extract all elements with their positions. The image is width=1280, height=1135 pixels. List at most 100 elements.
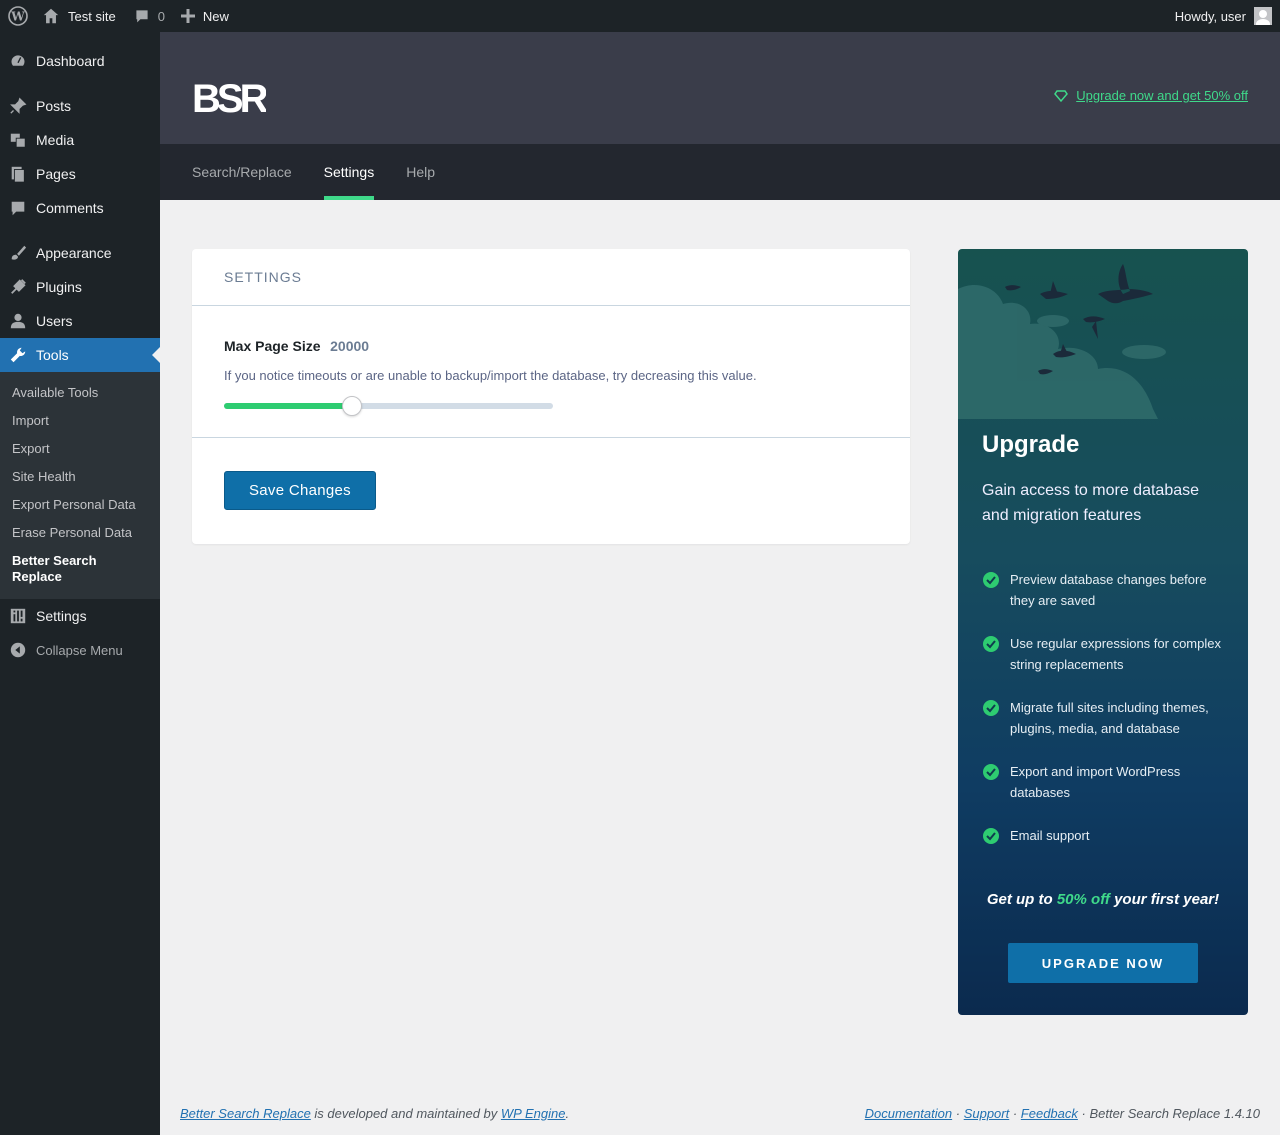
clouds-birds-illustration (958, 264, 1166, 419)
tab-search-replace[interactable]: Search/Replace (192, 144, 292, 200)
comment-icon (136, 10, 148, 23)
check-circle-icon (983, 828, 999, 844)
sidebar-item-label: Appearance (36, 245, 112, 261)
footer-right: Documentation · Support · Feedback · Bet… (865, 1106, 1260, 1121)
sidebar-item-label: Posts (36, 98, 72, 114)
feature-text: Preview database changes before they are… (1010, 572, 1207, 608)
submenu-better-search-replace[interactable]: Better Search Replace (0, 547, 110, 591)
wrench-icon (8, 345, 28, 365)
plugin-link[interactable]: Better Search Replace (180, 1106, 311, 1121)
account-menu[interactable]: Howdy, user (1175, 0, 1272, 32)
submenu-export-personal-data[interactable]: Export Personal Data (0, 491, 160, 519)
dashboard-icon (8, 51, 28, 71)
admin-footer: Better Search Replace is developed and m… (180, 1106, 1260, 1121)
feedback-link[interactable]: Feedback (1021, 1106, 1078, 1121)
submenu-export[interactable]: Export (0, 435, 160, 463)
sidebar-item-label: Comments (36, 200, 104, 216)
sidebar-item-tools[interactable]: Tools (0, 338, 160, 372)
site-home-link[interactable]: Test site (36, 0, 126, 32)
slider-thumb[interactable] (342, 396, 363, 416)
plugin-tabs: Search/Replace Settings Help (160, 144, 1280, 200)
submenu-erase-personal-data[interactable]: Erase Personal Data (0, 519, 160, 547)
site-name: Test site (68, 8, 116, 24)
plus-icon (180, 9, 195, 23)
max-page-size-slider[interactable] (224, 396, 553, 416)
upgrade-link-text: Upgrade now and get 50% off (1076, 88, 1248, 103)
sidebar-item-users[interactable]: Users (0, 304, 160, 338)
sidebar-item-appearance[interactable]: Appearance (0, 236, 160, 270)
sidebar-item-label: Pages (36, 166, 76, 182)
tools-submenu: Available Tools Import Export Site Healt… (0, 372, 160, 599)
comment-icon (8, 198, 28, 218)
plugin-header: BSR Upgrade now and get 50% off (160, 32, 1280, 144)
support-link[interactable]: Support (964, 1106, 1010, 1121)
sidebar-item-label: Settings (36, 608, 87, 624)
check-circle-icon (983, 700, 999, 716)
sidebar-item-label: Media (36, 132, 75, 148)
card-body: Max Page Size 20000 If you notice timeou… (192, 306, 910, 438)
sidebar-item-settings[interactable]: Settings (0, 599, 160, 633)
new-label: New (202, 8, 229, 24)
upgrade-now-button[interactable]: UPGRADE NOW (1008, 943, 1198, 983)
new-content-link[interactable]: New (173, 0, 237, 32)
offer-suffix: your first year! (1109, 891, 1220, 908)
documentation-link[interactable]: Documentation (865, 1106, 952, 1121)
sidebar-item-label: Users (36, 313, 73, 329)
feature-item: Migrate full sites including themes, plu… (982, 697, 1222, 739)
wordpress-logo-icon[interactable]: W (0, 0, 36, 32)
sidebar-item-posts[interactable]: Posts (0, 89, 160, 123)
tab-help[interactable]: Help (406, 144, 435, 200)
sidebar-item-pages[interactable]: Pages (0, 157, 160, 191)
collapse-arrow-icon (8, 640, 28, 660)
max-page-size-value: 20000 (330, 338, 370, 354)
admin-bar: W Test site 0 New Howdy, user (0, 0, 1280, 32)
sidebar-item-plugins[interactable]: Plugins (0, 270, 160, 304)
upgrade-header-link[interactable]: Upgrade now and get 50% off (1054, 88, 1248, 103)
avatar (1254, 7, 1272, 25)
howdy-text: Howdy, user (1174, 8, 1246, 24)
submenu-import[interactable]: Import (0, 407, 160, 435)
card-footer: Save Changes (192, 438, 910, 543)
offer-highlight: 50% off (1056, 891, 1110, 908)
pin-icon (8, 96, 28, 116)
tab-settings[interactable]: Settings (323, 144, 374, 200)
feature-text: Use regular expressions for complex stri… (1010, 636, 1221, 672)
user-icon (8, 311, 28, 331)
bsr-logo: BSR (192, 77, 273, 121)
feature-text: Migrate full sites including themes, plu… (1010, 700, 1209, 736)
admin-sidebar: Dashboard Posts Media Pages Comments App… (0, 32, 160, 1135)
brush-icon (8, 243, 28, 263)
footer-left: Better Search Replace is developed and m… (180, 1106, 569, 1121)
home-icon (43, 8, 59, 24)
developed-text: is developed and maintained by (310, 1106, 501, 1121)
sidebar-item-comments[interactable]: Comments (0, 191, 160, 225)
collapse-menu-button[interactable]: Collapse Menu (0, 633, 160, 667)
svg-text:W: W (10, 10, 25, 24)
footer-sep: · (1009, 1106, 1021, 1121)
sliders-icon (8, 606, 28, 626)
upgrade-title: Upgrade (982, 431, 1080, 458)
check-circle-icon (983, 572, 999, 588)
feature-item: Preview database changes before they are… (982, 569, 1222, 611)
sidebar-item-media[interactable]: Media (0, 123, 160, 157)
card-title: SETTINGS (192, 249, 910, 306)
footer-period: . (565, 1106, 570, 1121)
comments-link[interactable]: 0 (126, 0, 173, 32)
feature-text: Email support (1010, 828, 1090, 843)
feature-item: Email support (982, 825, 1222, 846)
comments-count: 0 (157, 8, 165, 24)
footer-sep: · (952, 1106, 964, 1121)
submenu-site-health[interactable]: Site Health (0, 463, 160, 491)
media-icon (8, 130, 28, 150)
feature-text: Export and import WordPress databases (1010, 764, 1181, 800)
check-circle-icon (983, 636, 999, 652)
version-text: · Better Search Replace 1.4.10 (1077, 1106, 1261, 1121)
sidebar-item-dashboard[interactable]: Dashboard (0, 44, 160, 78)
sidebar-item-label: Dashboard (36, 53, 105, 69)
offer-prefix: Get up to (986, 891, 1057, 908)
feature-item: Export and import WordPress databases (982, 761, 1222, 803)
save-changes-button[interactable]: Save Changes (224, 471, 376, 510)
wp-engine-link[interactable]: WP Engine (501, 1106, 566, 1121)
submenu-available-tools[interactable]: Available Tools (0, 379, 160, 407)
sidebar-item-label: Tools (36, 347, 69, 363)
